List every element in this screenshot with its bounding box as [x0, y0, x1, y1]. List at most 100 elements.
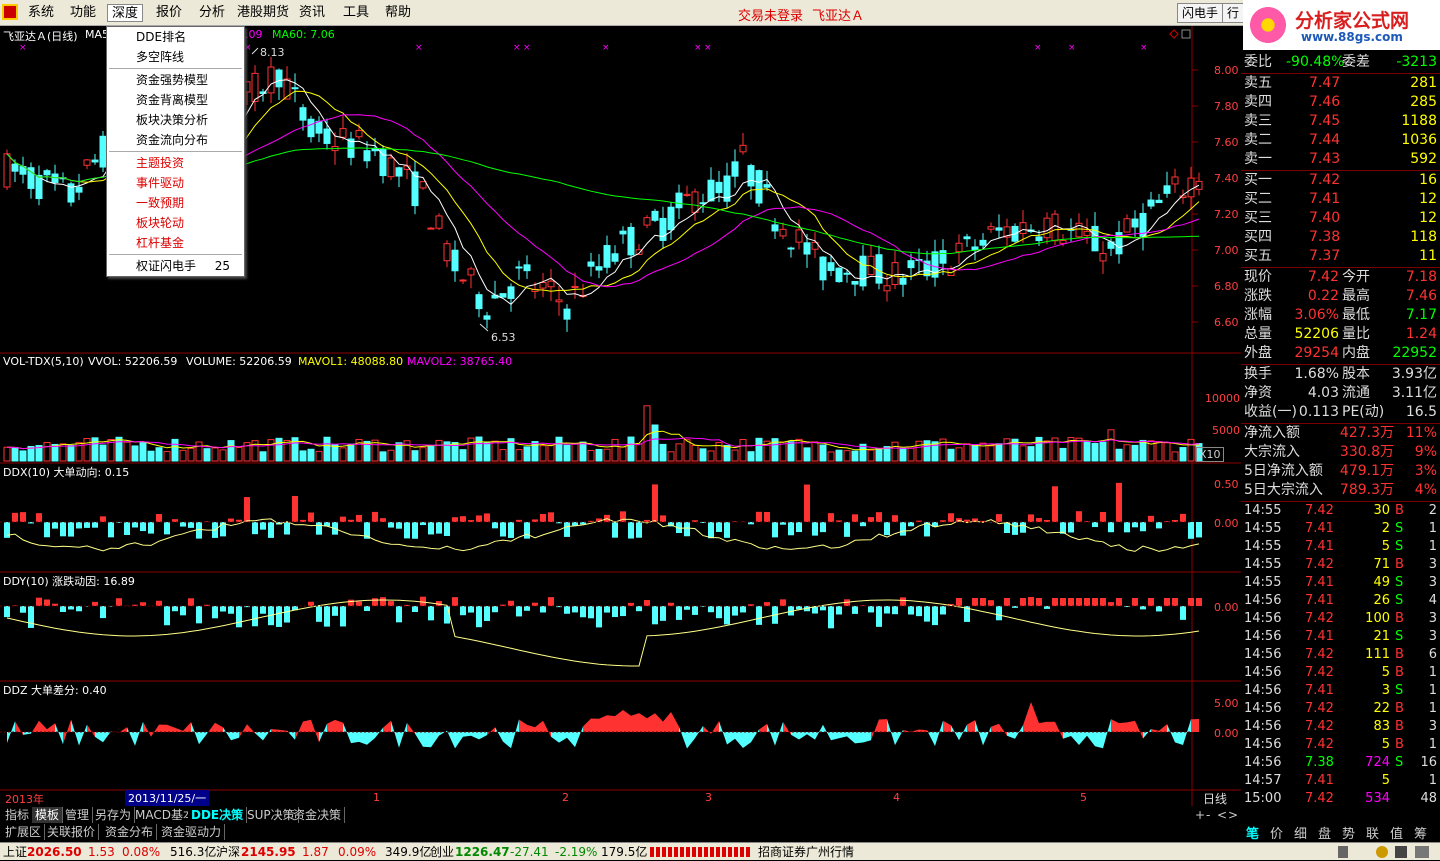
candle-body [548, 281, 554, 287]
volume-bar [804, 448, 810, 461]
flow-label: 大宗流入 [1244, 443, 1300, 462]
candle-body [356, 130, 362, 136]
ddz-area [199, 732, 207, 744]
ddz-area [743, 732, 751, 748]
indicator-tab[interactable]: 资金决策 [290, 807, 345, 823]
stat-label: 涨跌 [1244, 287, 1272, 306]
ddx-bar [180, 522, 186, 527]
candle-body [324, 129, 330, 143]
period-label[interactable]: 日线 [1203, 790, 1227, 807]
quote-tab-7[interactable]: 筹 [1414, 823, 1427, 842]
ddx-tick: 0.00 [1214, 517, 1239, 530]
depth-menu-item[interactable]: 板块决策分析 [107, 110, 244, 130]
ddz-area [391, 721, 399, 748]
ddx-bar [1140, 522, 1146, 531]
ddy-bar [412, 606, 418, 612]
ddz-area [991, 724, 999, 732]
quote-tab-1[interactable]: 价 [1270, 823, 1283, 842]
menu-depth[interactable]: 深度 [107, 4, 143, 22]
quote-tab-6[interactable]: 值 [1390, 823, 1403, 842]
tick-volume: 21 [1373, 628, 1390, 646]
menu-quote[interactable]: 报价 [152, 4, 186, 22]
ddz-area [1087, 732, 1095, 746]
order-book-sell-row: 卖四7.46285 [1241, 93, 1440, 112]
ddx-bar [548, 512, 554, 522]
depth-menu-item[interactable]: 板块轮动 [107, 213, 244, 233]
volume-bar [916, 441, 922, 461]
chart-nav-button[interactable]: > [1226, 807, 1240, 823]
depth-menu-item[interactable]: DDE排名 [107, 27, 244, 47]
depth-menu-item[interactable]: 多空阵线 [107, 47, 244, 67]
stat-value: 7.18 [1406, 268, 1437, 287]
depth-menu-item[interactable]: 资金背离模型 [107, 90, 244, 110]
quote-tab-5[interactable]: 联 [1366, 823, 1379, 842]
tick-time: 15:00 [1244, 790, 1281, 808]
candle-body [12, 164, 18, 171]
depth-menu-item[interactable]: 权证闪电手25 [107, 256, 244, 276]
ddy-bar [284, 606, 290, 623]
ddz-area [535, 721, 543, 732]
depth-menu-item[interactable]: 资金强势模型 [107, 70, 244, 90]
sz-amount: 349.9亿 [385, 843, 431, 861]
tick-side: B [1395, 664, 1404, 682]
candle-body [756, 171, 762, 203]
indicator-tab[interactable]: 模板 [32, 807, 63, 823]
extension-tab[interactable]: 关联报价 [44, 824, 99, 840]
candle-body [420, 182, 426, 188]
fundamental-row: 收益(一)0.113PE(动)16.5 [1241, 403, 1440, 422]
extension-tab[interactable]: 资金分布 [102, 824, 157, 840]
sh-value: 2026.50 [27, 843, 82, 861]
ddx-bar [124, 522, 130, 535]
tick-side: S [1395, 574, 1403, 592]
candle-body [876, 255, 882, 283]
depth-menu-item[interactable]: 资金流向分布 [107, 130, 244, 150]
quote-tab-0[interactable]: 笔 [1246, 823, 1259, 842]
menu-tools[interactable]: 工具 [339, 4, 373, 22]
quote-tab-2[interactable]: 细 [1294, 823, 1307, 842]
indicator-tab[interactable]: DDE决策 [188, 807, 247, 823]
menu-system[interactable]: 系统 [24, 4, 58, 22]
ddy-bar [1116, 598, 1122, 606]
candle-body [1132, 219, 1138, 227]
extension-tab[interactable]: 扩展区 [2, 824, 45, 840]
quote-tab-3[interactable]: 盘 [1318, 823, 1331, 842]
ddx-bar [1036, 518, 1042, 522]
quote-tab-4[interactable]: 势 [1342, 823, 1355, 842]
tick-time: 14:56 [1244, 700, 1281, 718]
ddz-area [655, 713, 663, 732]
tick-volume: 3 [1382, 682, 1390, 700]
menu-news[interactable]: 资讯 [295, 4, 329, 22]
ddz-area [759, 724, 767, 732]
volume-bar [580, 442, 586, 461]
ddx-bar [444, 522, 450, 536]
flow-value: 427.3万 [1340, 424, 1394, 443]
ddz-area [159, 725, 167, 732]
ddy-bar [388, 601, 394, 606]
depth-menu-item[interactable]: 一致预期 [107, 193, 244, 213]
extension-tab[interactable]: 资金驱动力 [158, 824, 225, 840]
fin-value: 16.5 [1406, 403, 1437, 422]
trade-button[interactable]: 行 [1222, 3, 1244, 23]
ddy-bar [324, 606, 330, 627]
indicator-tab[interactable]: 指标 [2, 807, 33, 823]
ddy-bar [1084, 598, 1090, 606]
chart-nav-button[interactable]: - [1204, 807, 1212, 823]
ddz-area [879, 719, 887, 732]
indicator-tab[interactable]: 另存为 [92, 807, 135, 823]
menu-help[interactable]: 帮助 [381, 4, 415, 22]
ddz-area [1143, 729, 1151, 739]
login-notice[interactable]: 交易未登录 [738, 5, 803, 24]
depth-menu-item[interactable]: 主题投资 [107, 153, 244, 173]
ddx-bar [268, 522, 274, 538]
depth-menu-item[interactable]: 杠杆基金 [107, 233, 244, 253]
flash-trade-button[interactable]: 闪电手 [1177, 3, 1223, 23]
indicator-tab[interactable]: 管理 [62, 807, 93, 823]
weibi-label: 委比 [1244, 53, 1272, 72]
menu-function[interactable]: 功能 [66, 4, 100, 22]
depth-menu-item[interactable]: 事件驱动 [107, 173, 244, 193]
ddx-bar [260, 522, 266, 530]
menu-analysis[interactable]: 分析 [195, 4, 229, 22]
ddz-area [1119, 722, 1127, 732]
menu-hk-futures[interactable]: 港股期货 [233, 4, 293, 22]
ddy-bar [460, 606, 466, 615]
